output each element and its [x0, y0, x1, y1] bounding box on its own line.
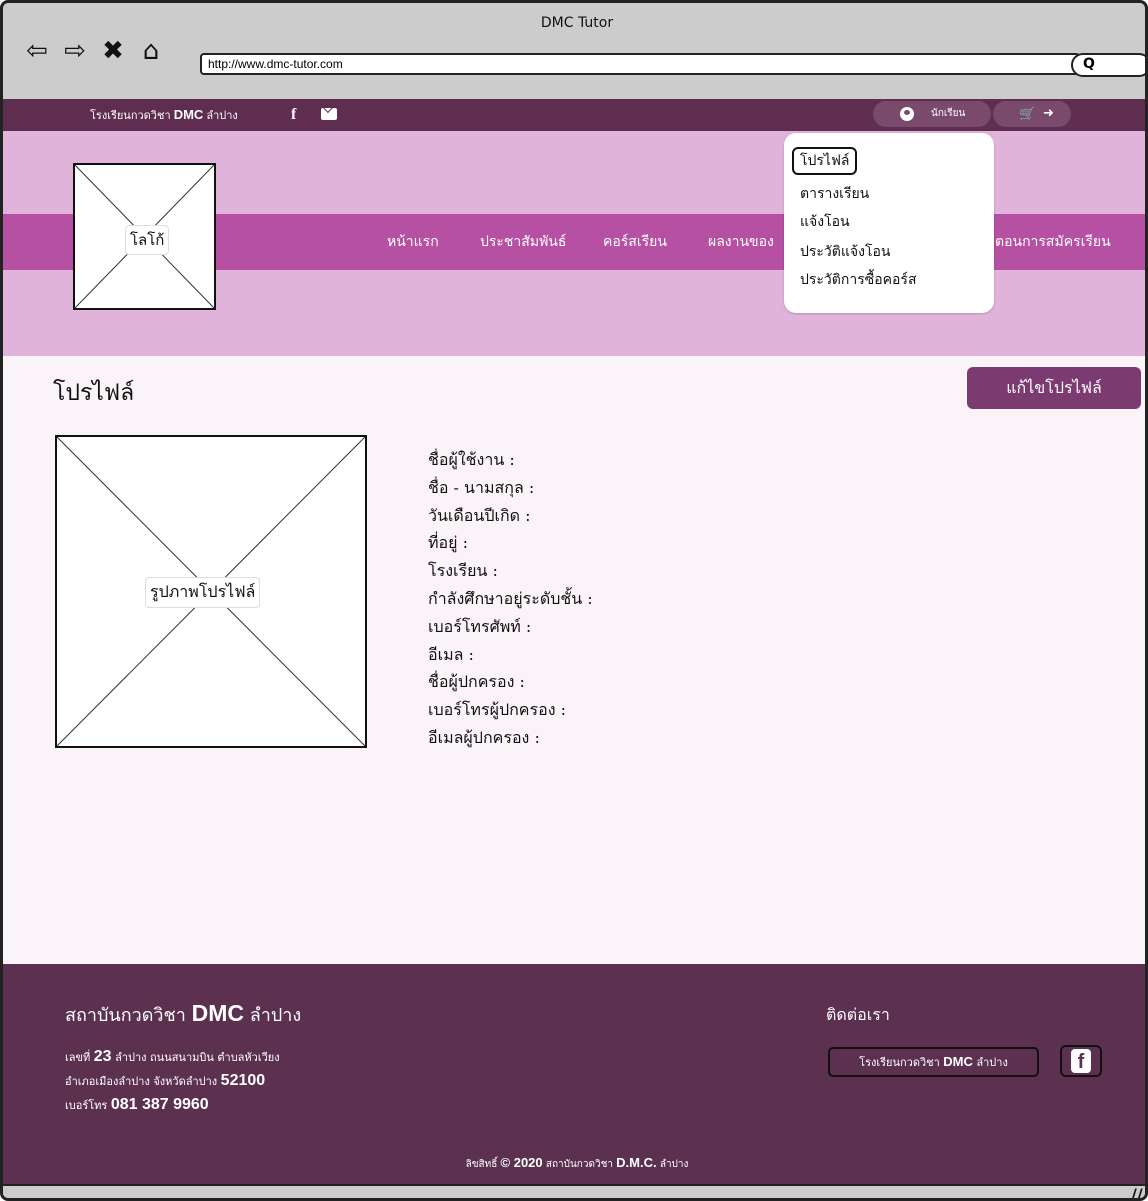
field-address: ที่อยู่ :: [428, 533, 469, 553]
field-birthdate: วันเดือนปีเกิด :: [428, 505, 531, 525]
addr1-prefix: เลขที่: [65, 1051, 91, 1064]
copyright-suffix: ลำปาง: [659, 1159, 689, 1170]
addr1-rest: ลำปาง ถนนสนามบิน ตำบลหัวเวียง: [115, 1051, 280, 1064]
contact-btn-suffix: ลำปาง: [976, 1056, 1008, 1069]
window-title: DMC Tutor: [540, 15, 614, 31]
forward-icon[interactable]: ⇨: [63, 37, 87, 65]
nav-register-steps[interactable]: ตอนการสมัครเรียน: [995, 214, 1111, 270]
copyright: ลิขสิทธิ์ © 2020 สถาบันกวดวิชา D.M.C. ลำ…: [3, 1155, 1145, 1172]
nav-works[interactable]: ผลงานของ: [708, 214, 774, 270]
facebook-icon[interactable]: f: [291, 99, 296, 131]
field-phone: เบอร์โทรศัพท์ :: [428, 616, 532, 636]
footer-name-suffix: ลำปาง: [249, 1005, 302, 1026]
copyright-year: © 2020: [500, 1155, 543, 1170]
footer-facebook-button[interactable]: f: [1060, 1045, 1102, 1077]
logout-icon[interactable]: ➜: [1043, 107, 1054, 121]
browser-status-bar: [3, 1184, 1145, 1198]
facebook-icon: f: [1071, 1049, 1091, 1073]
menu-item-profile[interactable]: โปรไฟล์: [792, 147, 858, 175]
address-line-3: เบอร์โทร 081 387 9960: [65, 1093, 280, 1117]
topbar-school-name[interactable]: โรงเรียนกวดวิชา DMC ลำปาง: [90, 99, 238, 132]
field-username: ชื่อผู้ใช้งาน :: [428, 450, 515, 469]
profile-fields: ชื่อผู้ใช้งาน : ชื่อ - นามสกุล : วันเดือ…: [428, 446, 593, 752]
browser-window: DMC Tutor ⇦ ⇨ ✖ ⌂ http://www.dmc-tutor.c…: [0, 0, 1148, 1201]
mail-icon[interactable]: [321, 108, 337, 120]
field-email: อีเมล :: [428, 644, 474, 664]
resize-grip-icon[interactable]: //: [1131, 1185, 1143, 1198]
field-grade: กำลังศึกษาอยู่ระดับชั้น :: [428, 588, 593, 608]
nav-home[interactable]: หน้าแรก: [387, 214, 439, 270]
logo-image[interactable]: โลโก้: [73, 163, 216, 310]
addr2-prefix: อำเภอเมืองลำปาง จังหวัดลำปาง: [65, 1075, 218, 1088]
footer-school-button[interactable]: โรงเรียนกวดวิชา DMC ลำปาง: [828, 1047, 1039, 1077]
field-parent-phone: เบอร์โทรผู้ปกครอง :: [428, 700, 566, 720]
user-icon[interactable]: [900, 107, 914, 121]
contact-btn-brand: DMC: [943, 1054, 973, 1069]
stop-icon[interactable]: ✖: [101, 37, 125, 65]
profile-photo: รูปภาพโปรไฟล์: [55, 435, 367, 748]
home-icon[interactable]: ⌂: [139, 37, 163, 65]
contact-btn-prefix: โรงเรียนกวดวิชา: [859, 1056, 940, 1069]
address-line-1: เลขที่ 23 ลำปาง ถนนสนามบิน ตำบลหัวเวียง: [65, 1045, 280, 1069]
footer-name-prefix: สถาบันกวดวิชา: [65, 1005, 186, 1026]
search-icon: Q: [1083, 56, 1095, 72]
footer-contact-title: ติดต่อเรา: [826, 1005, 890, 1024]
user-label[interactable]: นักเรียน: [931, 101, 965, 127]
field-parent-name: ชื่อผู้ปกครอง :: [428, 672, 525, 692]
browser-search[interactable]: Q: [1071, 53, 1145, 77]
page-title: โปรไฟล์: [53, 380, 135, 406]
field-school: โรงเรียน :: [428, 561, 498, 581]
copyright-mid: สถาบันกวดวิชา: [545, 1159, 613, 1170]
copyright-brand: D.M.C.: [616, 1155, 657, 1170]
back-icon[interactable]: ⇦: [25, 37, 49, 65]
address-line-2: อำเภอเมืองลำปาง จังหวัดลำปาง 52100: [65, 1069, 280, 1093]
menu-item-transfer-history[interactable]: ประวัติแจ้งโอน: [800, 241, 890, 263]
school-prefix: โรงเรียนกวดวิชา: [90, 110, 171, 122]
footer-institute-name: สถาบันกวดวิชา DMC ลำปาง: [65, 1000, 301, 1029]
school-brand: DMC: [173, 107, 204, 122]
profile-photo-label: รูปภาพโปรไฟล์: [145, 577, 261, 608]
addr2-zip: 52100: [220, 1072, 266, 1089]
menu-item-schedule[interactable]: ตารางเรียน: [800, 183, 869, 205]
addr3-phone: 081 387 9960: [110, 1096, 209, 1113]
cart-icon[interactable]: 🛒: [1019, 108, 1035, 122]
logo-label: โลโก้: [125, 225, 170, 255]
field-parent-email: อีเมลผู้ปกครอง :: [428, 727, 540, 747]
school-suffix: ลำปาง: [206, 110, 238, 122]
copyright-prefix: ลิขสิทธิ์: [465, 1159, 498, 1170]
user-dropdown-menu: โปรไฟล์ ตารางเรียน แจ้งโอน ประวัติแจ้งโอ…: [784, 133, 994, 313]
address-bar[interactable]: http://www.dmc-tutor.com: [200, 53, 1080, 75]
menu-item-purchase-history[interactable]: ประวัติการซื้อคอร์ส: [800, 269, 916, 291]
field-fullname: ชื่อ - นามสกุล :: [428, 477, 535, 497]
footer-name-brand: DMC: [191, 1000, 244, 1026]
footer-address: เลขที่ 23 ลำปาง ถนนสนามบิน ตำบลหัวเวียง …: [65, 1045, 280, 1117]
addr3-prefix: เบอร์โทร: [65, 1099, 108, 1112]
browser-nav: ⇦ ⇨ ✖ ⌂: [25, 37, 163, 65]
nav-news[interactable]: ประชาสัมพันธ์: [480, 214, 566, 270]
nav-courses[interactable]: คอร์สเรียน: [603, 214, 667, 270]
addr1-num: 23: [93, 1048, 112, 1065]
edit-profile-button[interactable]: แก้ไขโปรไฟล์: [967, 367, 1141, 409]
menu-item-transfer[interactable]: แจ้งโอน: [800, 211, 850, 233]
